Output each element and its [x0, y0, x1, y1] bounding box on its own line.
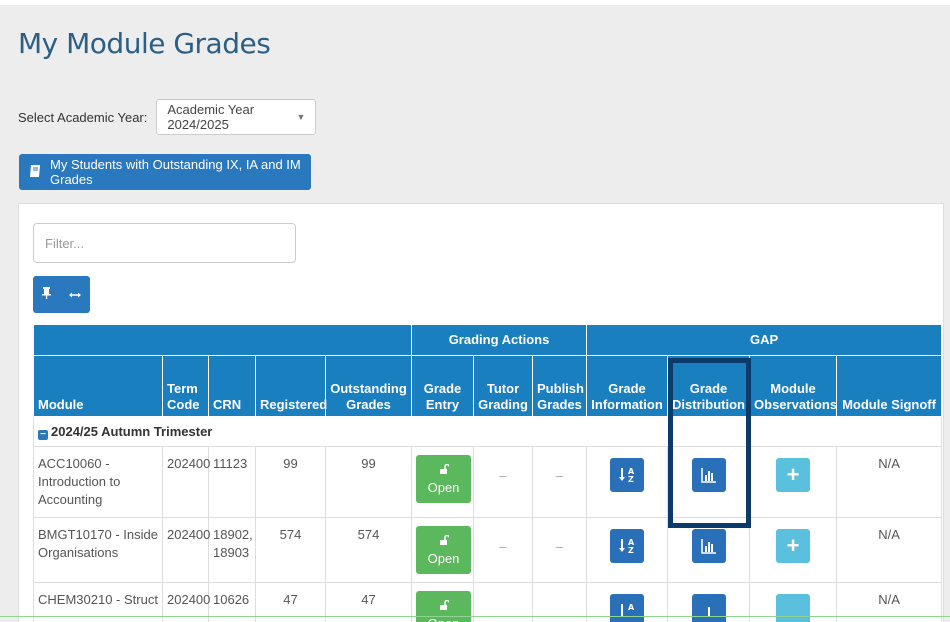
bar-chart-icon[interactable]	[691, 458, 726, 492]
divider	[0, 616, 950, 617]
table-row: BMGT10170 - Inside Organisations 202400 …	[33, 517, 943, 583]
unlock-icon	[439, 462, 450, 477]
module-cell: BMGT10170 - Inside Organisations	[33, 517, 163, 583]
academic-year-label: Select Academic Year:	[18, 109, 148, 125]
svg-text:A: A	[628, 603, 635, 612]
bar-chart-icon[interactable]	[691, 529, 726, 563]
grade-distribution-cell	[667, 517, 751, 583]
term-group-label: 2024/25 Autumn Trimester	[51, 423, 213, 439]
academic-year-value: Academic Year 2024/2025	[167, 102, 255, 132]
column-header-grade-distribution[interactable]: Grade Distribution	[667, 355, 751, 417]
outstanding-grades-label: My Students with Outstanding IX, IA and …	[50, 157, 301, 187]
column-toolbar-button[interactable]	[33, 276, 90, 313]
signoff-cell: N/A	[836, 446, 943, 518]
column-header-tutor-grading[interactable]: Tutor Grading	[473, 355, 534, 417]
grade-distribution-cell	[667, 446, 751, 518]
header-gap: GAP	[586, 324, 943, 356]
column-header-publish-grades[interactable]: Publish Grades	[532, 355, 588, 417]
outstanding-cell: 574	[324, 517, 413, 583]
grades-table: Grading Actions GAP Module Term Code CRN…	[32, 324, 943, 622]
column-header-module-observations[interactable]: Module Observations	[749, 355, 837, 417]
empty-dash: –	[499, 468, 507, 483]
crn-cell: 11123	[208, 446, 256, 518]
column-header-registered[interactable]: Registered	[255, 355, 327, 417]
open-grade-entry-button[interactable]: Open	[416, 591, 472, 622]
column-header-grade-entry[interactable]: Grade Entry	[411, 355, 475, 417]
term-code-cell: 202400	[162, 517, 210, 583]
open-grade-entry-button[interactable]: Open	[416, 526, 472, 574]
svg-text:Z: Z	[628, 475, 634, 484]
crn-cell: 18902, 18903	[208, 517, 256, 583]
book-icon	[29, 164, 43, 181]
plus-icon[interactable]	[776, 594, 811, 622]
grade-entry-cell: Open	[411, 446, 475, 518]
tutor-grading-cell: –	[473, 446, 534, 518]
caret-down-icon: ▼	[296, 112, 306, 122]
empty-dash: –	[499, 539, 507, 554]
header-grading-actions: Grading Actions	[411, 324, 588, 356]
grade-entry-cell: Open	[411, 517, 475, 583]
open-label: Open	[427, 551, 460, 566]
grades-panel: Filter... Grading Actions GAP Module Ter…	[18, 203, 944, 622]
page: My Module Grades Select Academic Year: A…	[0, 5, 950, 622]
column-header-term-code[interactable]: Term Code	[162, 355, 209, 417]
column-header-module[interactable]: Module	[33, 355, 163, 417]
academic-year-row: Select Academic Year: Academic Year 2024…	[18, 98, 317, 136]
outstanding-cell: 99	[324, 446, 413, 518]
grade-information-cell: AZ	[586, 446, 669, 518]
term-group-row[interactable]: −2024/25 Autumn Trimester	[32, 416, 943, 447]
grade-information-cell: AZ	[586, 517, 669, 583]
open-label: Open	[427, 480, 460, 495]
term-group-cell[interactable]: −2024/25 Autumn Trimester	[32, 416, 943, 447]
academic-year-select[interactable]: Academic Year 2024/2025 ▼	[156, 99, 317, 135]
empty-dash: –	[555, 468, 564, 483]
module-cell: ACC10060 - Introduction to Accounting	[33, 446, 163, 518]
sort-alpha-icon[interactable]: AZ	[610, 529, 645, 563]
empty-dash: –	[555, 539, 564, 554]
module-observations-cell: +	[749, 446, 838, 518]
page-title: My Module Grades	[18, 27, 271, 60]
unlock-icon	[439, 533, 450, 548]
registered-cell: 99	[255, 446, 326, 518]
table-row: ACC10060 - Introduction to Accounting 20…	[33, 446, 943, 518]
registered-cell: 574	[255, 517, 326, 583]
column-header-crn[interactable]: CRN	[208, 355, 256, 417]
column-header-outstanding-grades[interactable]: Outstanding Grades	[324, 355, 413, 417]
pin-icon	[42, 287, 51, 302]
collapse-minus-icon[interactable]: −	[38, 429, 48, 440]
sort-alpha-icon[interactable]: A	[610, 594, 645, 622]
column-header-grade-information[interactable]: Grade Information	[586, 355, 669, 417]
term-code-cell: 202400	[162, 446, 210, 518]
svg-text:Z: Z	[628, 546, 634, 555]
sort-alpha-icon[interactable]: AZ	[610, 458, 645, 492]
plus-icon[interactable]: +	[776, 529, 811, 563]
signoff-cell: N/A	[836, 517, 943, 583]
expand-horizontal-icon	[69, 288, 81, 302]
module-observations-cell: +	[749, 517, 838, 583]
publish-grades-cell: –	[532, 446, 588, 518]
filter-input[interactable]: Filter...	[33, 223, 296, 263]
plus-icon[interactable]: +	[776, 458, 811, 492]
column-header-module-signoff[interactable]: Module Signoff	[836, 355, 943, 417]
header-spacer	[32, 324, 413, 356]
open-grade-entry-button[interactable]: Open	[416, 455, 472, 503]
publish-grades-cell: –	[532, 517, 588, 583]
tutor-grading-cell: –	[473, 517, 534, 583]
outstanding-grades-button[interactable]: My Students with Outstanding IX, IA and …	[19, 154, 311, 190]
bar-chart-icon[interactable]	[691, 594, 726, 622]
unlock-icon	[439, 598, 450, 613]
